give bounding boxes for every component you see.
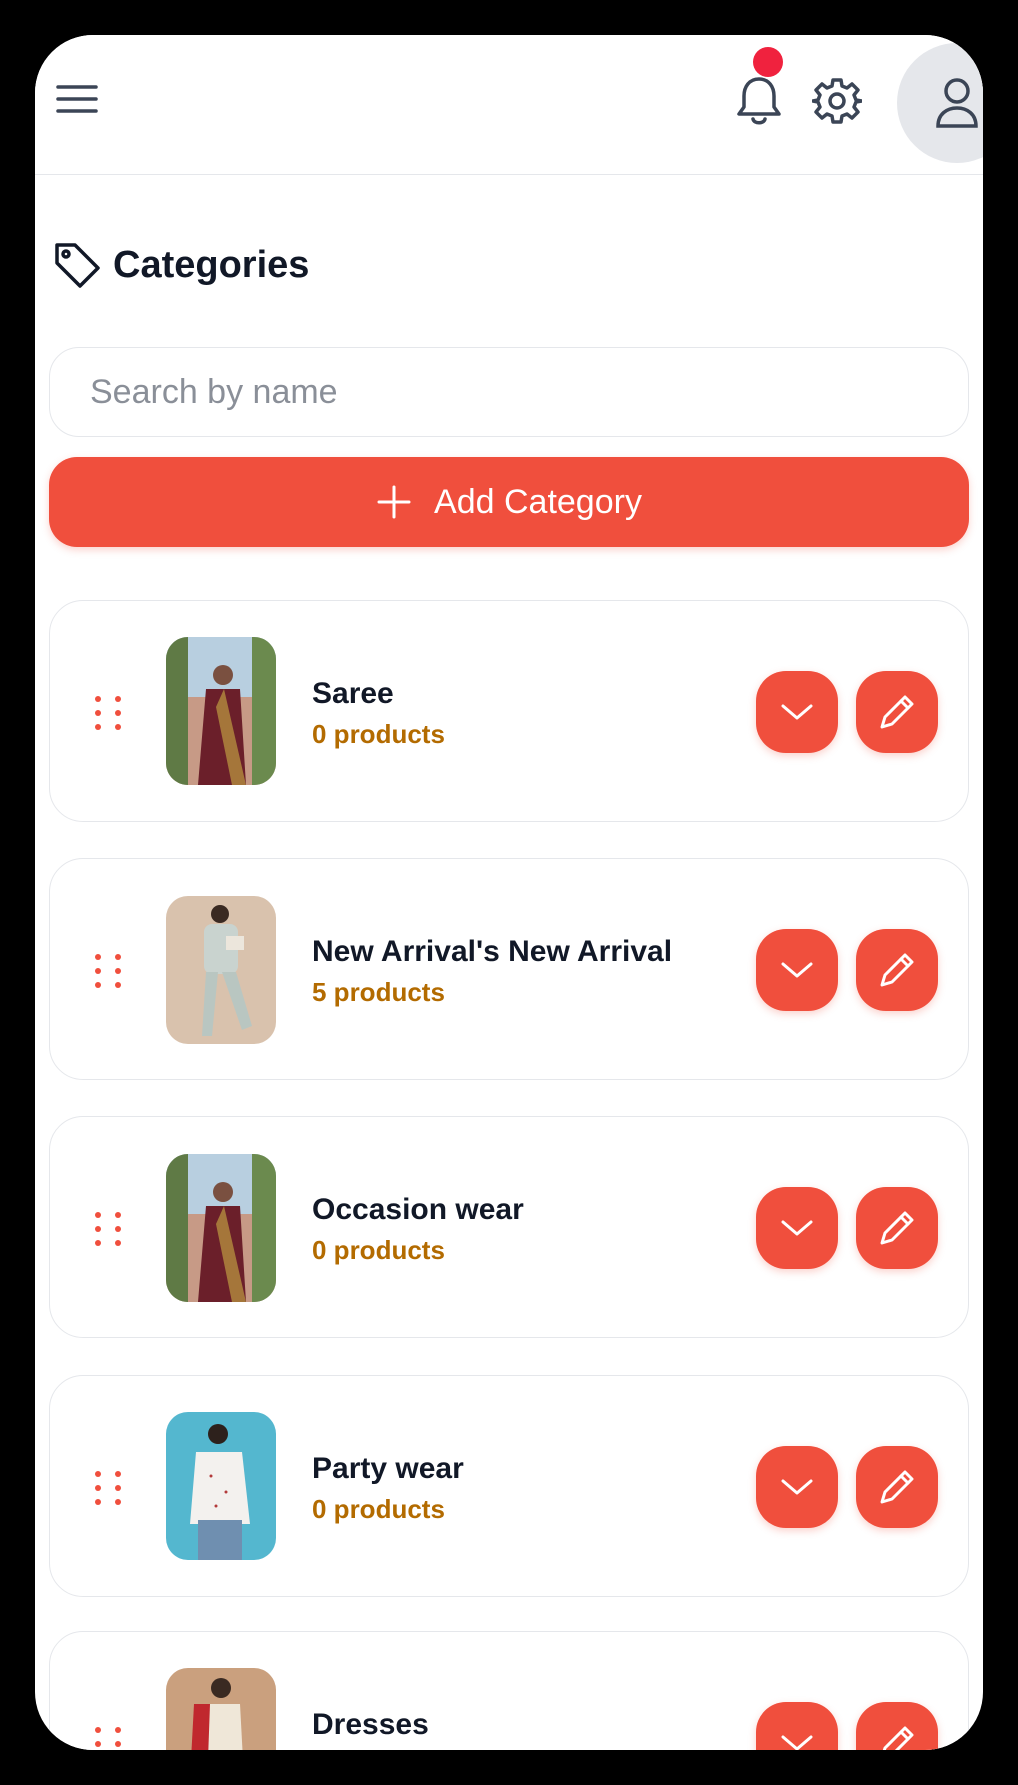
- pencil-icon: [880, 1470, 914, 1504]
- notification-dot: [753, 47, 783, 77]
- profile-button[interactable]: [897, 43, 983, 163]
- edit-button[interactable]: [856, 1446, 938, 1528]
- pencil-icon: [880, 1211, 914, 1245]
- bell-icon: [737, 77, 781, 125]
- category-thumbnail: [166, 1412, 276, 1560]
- category-card[interactable]: Saree 0 products: [49, 600, 969, 822]
- expand-button[interactable]: [756, 1702, 838, 1750]
- add-category-button[interactable]: Add Category: [49, 457, 969, 547]
- expand-button[interactable]: [756, 671, 838, 753]
- expand-button[interactable]: [756, 1187, 838, 1269]
- edit-button[interactable]: [856, 929, 938, 1011]
- add-category-label: Add Category: [434, 482, 642, 521]
- category-card[interactable]: New Arrival's New Arrival 5 products: [49, 858, 969, 1080]
- chevron-down-icon: [781, 704, 813, 720]
- app-screen: Categories Add Category: [35, 35, 983, 1750]
- pencil-icon: [882, 1726, 914, 1750]
- chevron-down-icon: [781, 1220, 813, 1236]
- expand-button[interactable]: [756, 929, 838, 1011]
- pencil-icon: [880, 953, 914, 987]
- drag-handle-icon[interactable]: [88, 951, 128, 991]
- gear-icon: [812, 78, 862, 124]
- search-box[interactable]: [49, 347, 969, 437]
- category-thumbnail: [166, 637, 276, 785]
- category-name: New Arrival's New Arrival: [312, 935, 673, 968]
- plus-icon: [377, 485, 411, 519]
- edit-button[interactable]: [856, 1702, 938, 1750]
- category-name: Saree: [312, 677, 394, 710]
- category-thumbnail: [166, 1154, 276, 1302]
- top-bar: [35, 35, 983, 175]
- drag-handle-icon[interactable]: [88, 1209, 128, 1249]
- category-thumbnail: [166, 896, 276, 1044]
- settings-button[interactable]: [805, 69, 869, 133]
- chevron-down-icon: [781, 962, 813, 978]
- pencil-icon: [880, 695, 914, 729]
- category-product-count: 0 products: [312, 1235, 445, 1265]
- drag-handle-icon[interactable]: [88, 1724, 128, 1750]
- category-product-count: 0 products: [312, 719, 445, 749]
- category-thumbnail: [166, 1668, 276, 1750]
- edit-button[interactable]: [856, 1187, 938, 1269]
- page-title: Categories: [113, 243, 310, 286]
- drag-handle-icon[interactable]: [88, 693, 128, 733]
- expand-button[interactable]: [756, 1446, 838, 1528]
- hamburger-menu-icon: [56, 85, 98, 113]
- page-title-row: Categories: [51, 235, 309, 295]
- device-frame: Categories Add Category: [0, 0, 1018, 1785]
- category-product-count: 0 products: [312, 1494, 445, 1524]
- category-name: Party wear: [312, 1452, 464, 1485]
- category-name: Occasion wear: [312, 1193, 524, 1226]
- chevron-down-icon: [781, 1479, 813, 1495]
- category-card[interactable]: Occasion wear 0 products: [49, 1116, 969, 1338]
- menu-button[interactable]: [47, 69, 107, 129]
- category-card[interactable]: Dresses: [49, 1631, 969, 1750]
- category-card[interactable]: Party wear 0 products: [49, 1375, 969, 1597]
- category-product-count: 5 products: [312, 977, 445, 1007]
- user-icon: [936, 78, 978, 128]
- chevron-down-icon: [781, 1735, 813, 1750]
- drag-handle-icon[interactable]: [88, 1468, 128, 1508]
- search-input[interactable]: [88, 371, 968, 413]
- edit-button[interactable]: [856, 671, 938, 753]
- category-name: Dresses: [312, 1708, 429, 1741]
- tag-icon: [55, 243, 100, 288]
